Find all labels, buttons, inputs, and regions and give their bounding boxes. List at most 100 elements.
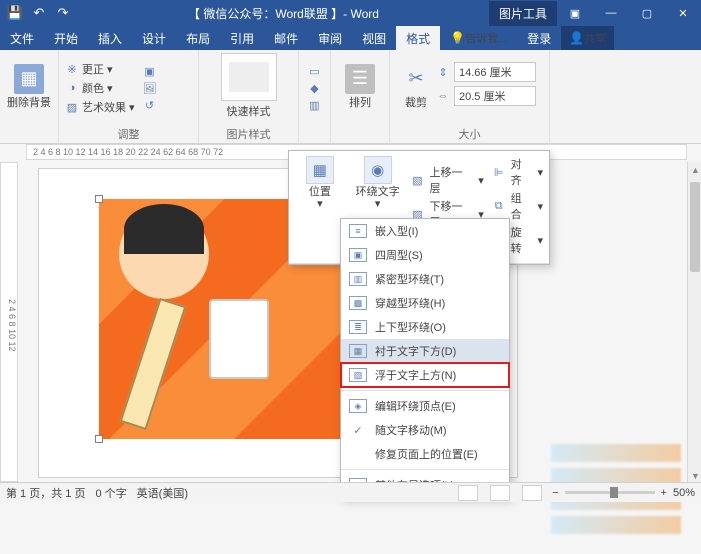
tab-layout[interactable]: 布局 — [176, 26, 220, 50]
tab-references[interactable]: 引用 — [220, 26, 264, 50]
picture-effects-icon[interactable]: ◆ — [308, 81, 322, 95]
through-icon: ▩ — [349, 296, 367, 310]
remove-bg-icon: ▦ — [14, 64, 44, 94]
behind-icon: ▦ — [349, 344, 367, 358]
color-icon: ◑ — [65, 81, 79, 95]
front-icon: ▧ — [349, 368, 367, 382]
menu-topbottom[interactable]: ≣上下型环绕(O) — [341, 315, 509, 339]
picture-style-gallery[interactable] — [221, 53, 277, 101]
illustration-notepad — [209, 299, 269, 379]
quick-styles-label[interactable]: 快速样式 — [227, 103, 271, 119]
compress-pic-icon[interactable]: ▣ — [143, 64, 157, 78]
menu-square[interactable]: ▣四周型(S) — [341, 243, 509, 267]
status-bar: 第 1 页，共 1 页 0 个字 英语(美国) − + 50% — [0, 482, 701, 502]
artistic-icon: ▨ — [65, 100, 79, 114]
adjust-group-label: 调整 — [65, 124, 192, 142]
status-lang[interactable]: 英语(美国) — [137, 485, 188, 501]
height-input[interactable] — [454, 62, 536, 82]
reset-pic-icon[interactable]: ↺ — [143, 98, 157, 112]
zoom-out-icon[interactable]: − — [552, 487, 558, 499]
zoom-control[interactable]: − + 50% — [552, 487, 695, 499]
picture-border-icon[interactable]: ▭ — [308, 64, 322, 78]
menu-fix-position[interactable]: 修复页面上的位置(E) — [341, 442, 509, 466]
scrollbar-vertical[interactable]: ▲ ▼ — [687, 162, 701, 482]
tight-icon: ▥ — [349, 272, 367, 286]
styles-group-label: 图片样式 — [205, 124, 292, 142]
undo-icon[interactable]: ↶ — [28, 2, 50, 24]
corrections-button[interactable]: ※更正 ▾ — [65, 61, 135, 77]
window-title: 【 微信公众号：Word联盟 】- Word — [78, 5, 489, 22]
zoom-value[interactable]: 50% — [673, 487, 695, 499]
remove-bg-label: 删除背景 — [7, 97, 51, 109]
tab-mailings[interactable]: 邮件 — [264, 26, 308, 50]
color-button[interactable]: ◑颜色 ▾ — [65, 80, 135, 96]
check-icon: ✓ — [349, 424, 367, 437]
tab-format[interactable]: 格式 — [396, 26, 440, 50]
width-icon: ⇔ — [436, 89, 450, 103]
crop-icon: ✂ — [401, 64, 431, 94]
menu-tight[interactable]: ▥紧密型环绕(T) — [341, 267, 509, 291]
arrange-button[interactable]: ☰ 排列 — [337, 53, 383, 119]
tab-design[interactable]: 设计 — [132, 26, 176, 50]
arrange-icon: ☰ — [345, 64, 375, 94]
ribbon: ▦ 删除背景 ※更正 ▾ ◑颜色 ▾ ▨艺术效果 ▾ ▣ 🖼 ↺ 调整 快速样式… — [0, 50, 701, 144]
inline-icon: ≡ — [349, 224, 367, 238]
status-words[interactable]: 0 个字 — [95, 485, 126, 501]
height-icon: ⇕ — [436, 65, 450, 79]
status-page[interactable]: 第 1 页，共 1 页 — [6, 485, 85, 501]
square-icon: ▣ — [349, 248, 367, 262]
tell-me-label: 告诉我... — [465, 30, 507, 46]
illustration-ruler — [120, 298, 187, 430]
artistic-button[interactable]: ▨艺术效果 ▾ — [65, 99, 135, 115]
close-icon[interactable]: ✕ — [665, 0, 701, 26]
tab-review[interactable]: 审阅 — [308, 26, 352, 50]
menu-through[interactable]: ▩穿越型环绕(H) — [341, 291, 509, 315]
bring-forward-button[interactable]: ▧上移一层 ▾ — [411, 164, 484, 196]
login-button[interactable]: 登录 — [517, 26, 561, 50]
zoom-slider[interactable] — [565, 491, 655, 494]
view-print-icon[interactable] — [490, 485, 510, 501]
view-read-icon[interactable] — [458, 485, 478, 501]
corrections-icon: ※ — [65, 62, 79, 76]
menu-in-front-of-text[interactable]: ▧浮于文字上方(N) — [341, 363, 509, 387]
zoom-in-icon[interactable]: + — [661, 487, 667, 499]
share-label: 共享 — [584, 30, 606, 46]
menu-move-with-text[interactable]: ✓随文字移动(M) — [341, 418, 509, 442]
crop-button[interactable]: ✂ 裁剪 — [396, 53, 436, 119]
view-web-icon[interactable] — [522, 485, 542, 501]
share-button[interactable]: 👤 共享 — [561, 26, 614, 50]
tab-home[interactable]: 开始 — [44, 26, 88, 50]
group-icon: ⧉ — [492, 199, 506, 213]
tell-me[interactable]: 💡 告诉我... — [440, 26, 517, 50]
context-tab-pictools[interactable]: 图片工具 — [489, 1, 557, 26]
crop-label: 裁剪 — [405, 97, 427, 109]
editpoints-icon: ◈ — [349, 399, 367, 413]
scroll-thumb[interactable] — [690, 182, 700, 272]
align-button[interactable]: ⊫对齐 ▾ — [492, 156, 543, 188]
width-input[interactable] — [454, 86, 536, 106]
menu-inline[interactable]: ≡嵌入型(I) — [341, 219, 509, 243]
bring-forward-icon: ▧ — [411, 173, 425, 187]
minimize-icon[interactable]: — — [593, 0, 629, 26]
menu-behind-text[interactable]: ▦衬于文字下方(D) — [341, 339, 509, 363]
maximize-icon[interactable]: ▢ — [629, 0, 665, 26]
change-pic-icon[interactable]: 🖼 — [143, 81, 157, 95]
redo-icon[interactable]: ↷ — [52, 2, 74, 24]
resize-handle[interactable] — [95, 435, 103, 443]
resize-handle[interactable] — [95, 195, 103, 203]
tab-file[interactable]: 文件 — [0, 26, 44, 50]
scroll-down-icon[interactable]: ▼ — [691, 471, 699, 479]
save-icon[interactable]: 💾 — [4, 2, 26, 24]
tab-insert[interactable]: 插入 — [88, 26, 132, 50]
size-group-label: 大小 — [396, 124, 543, 142]
position-button[interactable]: ▦ 位置▾ — [295, 156, 345, 256]
illustration-boy — [119, 209, 209, 299]
menu-edit-wrap-points[interactable]: ◈编辑环绕顶点(E) — [341, 394, 509, 418]
wrap-text-menu: ≡嵌入型(I) ▣四周型(S) ▥紧密型环绕(T) ▩穿越型环绕(H) ≣上下型… — [340, 218, 510, 498]
ribbon-collapse-icon[interactable]: ▣ — [557, 0, 593, 26]
tab-view[interactable]: 视图 — [352, 26, 396, 50]
ruler-vertical[interactable]: 2 4 6 8 10 12 — [0, 162, 18, 482]
picture-layout-icon[interactable]: ▥ — [308, 98, 322, 112]
remove-background-button[interactable]: ▦ 删除背景 — [6, 53, 52, 119]
scroll-up-icon[interactable]: ▲ — [691, 165, 699, 173]
